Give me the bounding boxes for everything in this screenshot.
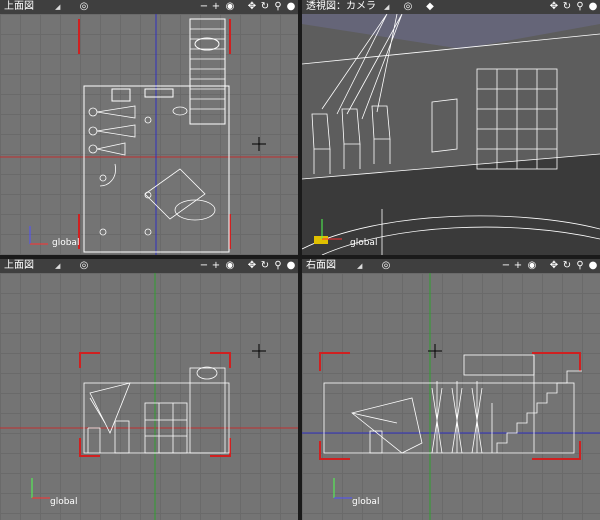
camera-frame xyxy=(319,352,581,460)
viewport-title[interactable]: 上面図 xyxy=(4,259,34,273)
rotate-icon[interactable]: ↻ xyxy=(259,260,271,272)
viewport-menu-caret-icon[interactable]: ◢ xyxy=(55,0,60,14)
viewport-right-view[interactable]: global 右面図 ◢ ◎ − + ◉ ✥ ↻ ⚲ ● xyxy=(302,259,600,520)
viewport-title[interactable]: 右面図 xyxy=(306,259,336,273)
sphere-icon[interactable]: ● xyxy=(587,1,599,13)
rotate-icon[interactable]: ↻ xyxy=(259,1,271,13)
zoom-icon[interactable]: ⚲ xyxy=(272,1,284,13)
zoom-in-icon[interactable]: + xyxy=(210,1,222,13)
axis-global-label: global xyxy=(50,497,78,507)
sphere-icon[interactable]: ● xyxy=(587,260,599,272)
zoom-out-icon[interactable]: − xyxy=(500,260,512,272)
rotate-icon[interactable]: ↻ xyxy=(561,260,573,272)
viewport-header: 透視図：カメラ ◢ ◎ ◆ ✥ ↻ ⚲ ● xyxy=(302,0,600,14)
camera-icon[interactable]: ◉ xyxy=(526,260,538,272)
viewport-menu-caret-icon[interactable]: ◢ xyxy=(357,259,362,273)
pan-icon[interactable]: ✥ xyxy=(246,1,258,13)
zoom-icon[interactable]: ⚲ xyxy=(574,1,586,13)
cube-icon[interactable]: ◆ xyxy=(424,1,436,13)
zoom-icon[interactable]: ⚲ xyxy=(272,260,284,272)
sphere-icon[interactable]: ● xyxy=(285,1,297,13)
view-menu-icon[interactable]: ◎ xyxy=(78,260,90,272)
pan-icon[interactable]: ✥ xyxy=(548,260,560,272)
view-menu-icon[interactable]: ◎ xyxy=(380,260,392,272)
view-menu-icon[interactable]: ◎ xyxy=(78,1,90,13)
pan-icon[interactable]: ✥ xyxy=(548,1,560,13)
scene-front-view xyxy=(0,273,298,520)
viewport-top-view-1[interactable]: global 上面図 ◢ ◎ − + ◉ ✥ ↻ ⚲ ● xyxy=(0,0,298,255)
camera-icon[interactable]: ◉ xyxy=(224,1,236,13)
zoom-in-icon[interactable]: + xyxy=(210,260,222,272)
viewport-menu-caret-icon[interactable]: ◢ xyxy=(384,0,389,14)
viewport-top-view-2[interactable]: global 上面図 ◢ ◎ − + ◉ ✥ ↻ ⚲ ● xyxy=(0,259,298,520)
axis-global-label: global xyxy=(52,238,80,248)
sphere-icon[interactable]: ● xyxy=(285,260,297,272)
zoom-icon[interactable]: ⚲ xyxy=(574,260,586,272)
viewport-menu-caret-icon[interactable]: ◢ xyxy=(55,259,60,273)
viewport-header: 上面図 ◢ ◎ − + ◉ ✥ ↻ ⚲ ● xyxy=(0,0,298,14)
viewport-title[interactable]: 上面図 xyxy=(4,0,34,14)
axis-global-label: global xyxy=(352,497,380,507)
viewport-perspective-camera[interactable]: global 透視図：カメラ ◢ ◎ ◆ ✥ ↻ ⚲ ● xyxy=(302,0,600,255)
rotate-icon[interactable]: ↻ xyxy=(561,1,573,13)
scene-perspective xyxy=(302,14,600,255)
zoom-in-icon[interactable]: + xyxy=(512,260,524,272)
viewport-header: 上面図 ◢ ◎ − + ◉ ✥ ↻ ⚲ ● xyxy=(0,259,298,273)
viewport-header: 右面図 ◢ ◎ − + ◉ ✥ ↻ ⚲ ● xyxy=(302,259,600,273)
scene-top-view xyxy=(0,14,298,255)
pan-icon[interactable]: ✥ xyxy=(246,260,258,272)
camera-icon[interactable]: ◉ xyxy=(224,260,236,272)
camera-frame xyxy=(78,19,231,249)
scene-right-view xyxy=(302,273,600,520)
viewport-title[interactable]: 透視図：カメラ xyxy=(306,0,376,14)
zoom-out-icon[interactable]: − xyxy=(198,260,210,272)
axis-global-label: global xyxy=(350,238,378,248)
view-menu-icon[interactable]: ◎ xyxy=(402,1,414,13)
zoom-out-icon[interactable]: − xyxy=(198,1,210,13)
